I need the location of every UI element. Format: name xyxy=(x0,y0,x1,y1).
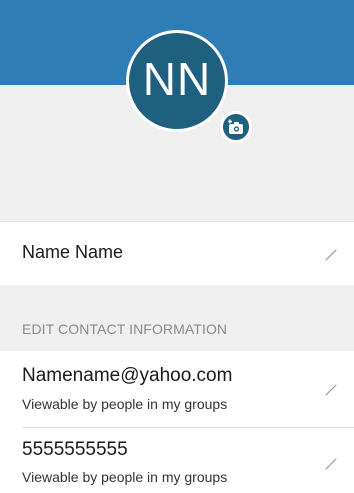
name-row[interactable]: Name Name xyxy=(0,221,354,285)
pencil-icon[interactable] xyxy=(324,457,338,471)
avatar[interactable]: NN xyxy=(126,30,228,132)
email-visibility: Viewable by people in my groups xyxy=(22,396,228,412)
profile-name: Name Name xyxy=(22,242,124,262)
phone-row[interactable]: 5555555555 Viewable by people in my grou… xyxy=(0,428,354,493)
pencil-icon[interactable] xyxy=(324,248,338,262)
section-separator: EDIT CONTACT INFORMATION xyxy=(0,285,354,351)
phone-value: 5555555555 xyxy=(22,439,128,460)
pencil-icon[interactable] xyxy=(324,383,338,397)
change-photo-button[interactable] xyxy=(220,111,252,143)
avatar-initials: NN xyxy=(142,53,212,105)
phone-visibility: Viewable by people in my groups xyxy=(22,469,228,485)
camera-plus-icon xyxy=(228,119,243,134)
email-row[interactable]: Namename@yahoo.com Viewable by people in… xyxy=(0,351,354,428)
email-value: Namename@yahoo.com xyxy=(22,365,233,386)
section-header: EDIT CONTACT INFORMATION xyxy=(22,321,228,337)
